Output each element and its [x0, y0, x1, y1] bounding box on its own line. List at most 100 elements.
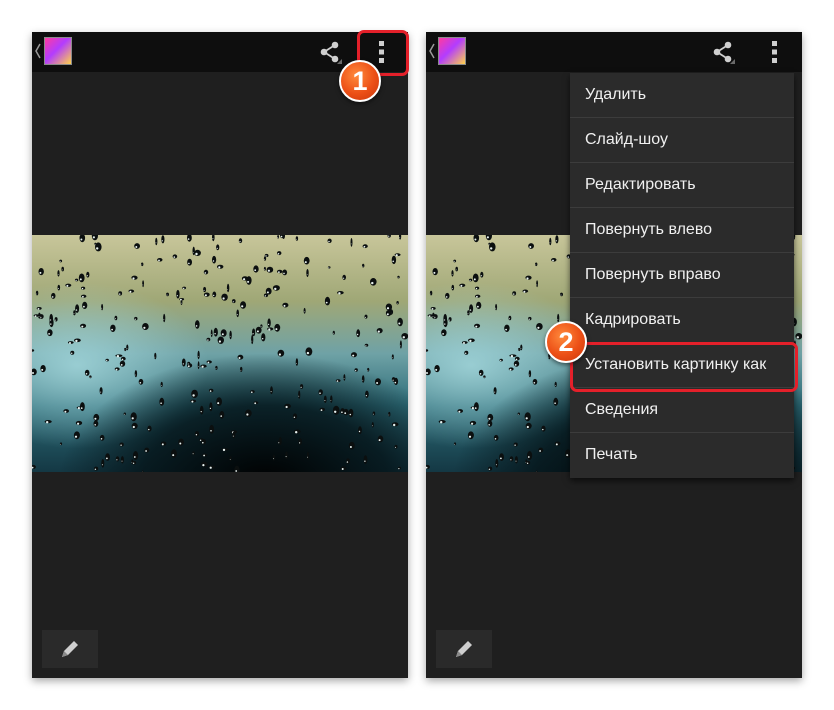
rain-drop [343, 374, 346, 381]
rain-drop [217, 336, 224, 344]
rain-drop [535, 262, 538, 267]
rain-drop [82, 301, 88, 309]
rain-drop-highlight [264, 295, 267, 297]
rain-drop [226, 283, 230, 293]
rain-drop [216, 397, 223, 406]
rain-drop-highlight [173, 256, 176, 258]
rain-drop-highlight [202, 441, 204, 444]
rain-drop-highlight [372, 425, 373, 427]
rain-drop [340, 466, 347, 471]
rain-drop [493, 387, 497, 395]
rain-drop [159, 397, 165, 406]
rain-drop-highlight [240, 369, 242, 371]
rain-drop [240, 366, 243, 372]
overflow-menu-icon[interactable] [772, 41, 778, 63]
rain-drop-highlight [32, 372, 34, 374]
rain-drop-highlight [445, 296, 448, 298]
rain-drop-highlight [132, 462, 135, 464]
rain-drop [245, 409, 252, 417]
rain-drop [451, 284, 455, 291]
edit-button[interactable] [436, 630, 492, 668]
rain-drop-highlight [209, 407, 211, 409]
rain-drop [319, 407, 325, 412]
rain-drop [455, 266, 458, 272]
rain-drop [154, 352, 157, 360]
share-icon[interactable] [318, 40, 342, 64]
rain-drop [346, 458, 350, 464]
rain-drop-highlight [400, 345, 401, 347]
gallery-app-icon[interactable] [44, 37, 72, 65]
rain-drop [508, 315, 512, 321]
rain-drop-highlight [377, 330, 380, 333]
rain-drop-highlight [94, 417, 97, 420]
rain-drop [147, 425, 152, 432]
rain-drop-highlight [500, 457, 502, 460]
rain-drop [298, 438, 303, 446]
rain-drop [528, 370, 532, 378]
rain-drop-highlight [283, 272, 285, 275]
share-icon[interactable] [711, 40, 735, 64]
rain-drop [468, 278, 473, 282]
rain-drop-highlight [209, 390, 212, 392]
rain-drop-highlight [161, 240, 163, 242]
edit-button[interactable] [42, 630, 98, 668]
rain-drop [464, 350, 469, 355]
rain-drop [469, 420, 477, 426]
menu-item-rotate-left[interactable]: Повернуть влево [570, 208, 794, 253]
rain-drop-highlight [471, 407, 474, 410]
menu-item-delete[interactable]: Удалить [570, 73, 794, 118]
back-chevron-icon[interactable] [35, 43, 41, 59]
step-marker-2: 2 [545, 321, 587, 363]
rain-drop [527, 451, 533, 460]
rain-drop-highlight [160, 402, 162, 404]
menu-item-print[interactable]: Печать [570, 433, 794, 477]
rain-drop-highlight [364, 460, 366, 462]
rain-drop-highlight [295, 431, 298, 434]
rain-drop-highlight [471, 422, 474, 425]
rain-drop-highlight [510, 355, 514, 358]
rain-drop [65, 283, 72, 287]
rain-drop [504, 324, 510, 332]
rain-drop-highlight [210, 430, 212, 432]
rain-drops-photo [32, 235, 408, 472]
rain-drop-highlight [469, 309, 472, 311]
rain-drop-highlight [440, 421, 443, 424]
rain-drop [49, 313, 53, 323]
rain-drop [171, 449, 177, 458]
rain-drop [451, 270, 454, 277]
rain-drop [274, 323, 281, 332]
right-phone-screen: Удалить Слайд-шоу Редактировать Повернут… [426, 32, 802, 678]
rain-drop [509, 456, 514, 462]
gallery-app-icon[interactable] [438, 37, 466, 65]
overflow-menu-icon[interactable] [379, 41, 385, 63]
rain-drop-highlight [83, 305, 85, 308]
rain-drop [295, 236, 299, 241]
menu-item-crop[interactable]: Кадрировать [570, 298, 794, 343]
rain-drop [370, 278, 377, 286]
rain-drop [251, 334, 254, 345]
rain-drop-highlight [341, 411, 343, 413]
rain-drop-highlight [396, 302, 398, 304]
rain-drop [469, 304, 474, 313]
rain-drop [120, 456, 124, 464]
rain-drop-highlight [115, 318, 116, 320]
rain-drop-highlight [85, 373, 88, 375]
rain-drop [59, 259, 63, 263]
rain-drop [80, 323, 87, 328]
rain-drop [560, 292, 563, 297]
menu-item-set-picture-as[interactable]: Установить картинку как [570, 343, 794, 388]
rain-drop [194, 249, 201, 256]
menu-item-rotate-right[interactable]: Повернуть вправо [570, 253, 794, 298]
rain-drop-highlight [203, 454, 206, 457]
rain-drop-highlight [395, 254, 398, 257]
back-chevron-icon[interactable] [429, 43, 435, 59]
menu-item-edit[interactable]: Редактировать [570, 163, 794, 208]
menu-item-slideshow[interactable]: Слайд-шоу [570, 118, 794, 163]
rain-drop-highlight [222, 448, 226, 452]
rain-drop [237, 354, 244, 360]
rain-drop-highlight [187, 363, 189, 365]
rain-drop-highlight [161, 443, 164, 446]
menu-item-details[interactable]: Сведения [570, 388, 794, 433]
rain-drop [354, 368, 358, 372]
rain-drop-highlight [278, 271, 280, 273]
